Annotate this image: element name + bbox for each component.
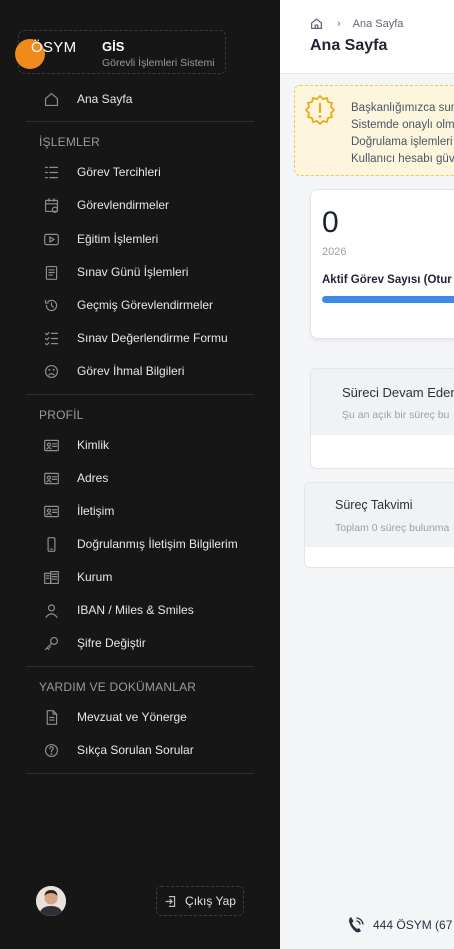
history-icon bbox=[40, 296, 62, 314]
alert-line: Kullanıcı hesabı güv bbox=[351, 153, 454, 165]
alert-line: Başkanlığımızca sun bbox=[351, 102, 454, 114]
sidebar-item-gorevlendirmeler[interactable]: Görevlendirmeler bbox=[40, 194, 169, 216]
mobile-icon bbox=[40, 535, 62, 553]
calendar-icon bbox=[40, 196, 62, 214]
sidebar-item-gorev-tercihleri[interactable]: Görev Tercihleri bbox=[40, 161, 161, 183]
panel-title: Süreç Takvimi bbox=[335, 498, 413, 512]
app-subtitle: Görevli İşlemleri Sistemi bbox=[102, 57, 215, 69]
osym-logo-text: ÖSYM bbox=[31, 39, 77, 56]
stat-year: 2026 bbox=[322, 246, 347, 258]
sidebar-item-label: Sınav Günü İşlemleri bbox=[77, 265, 189, 279]
home-icon[interactable] bbox=[310, 17, 323, 30]
section-title-islemler: İŞLEMLER bbox=[39, 135, 100, 149]
alert-line: Doğrulama işlemleri bbox=[351, 136, 453, 148]
sidebar-item-sinav-gunu-islemleri[interactable]: Sınav Günü İşlemleri bbox=[40, 261, 188, 283]
sidebar-item-label: Şifre Değiştir bbox=[77, 636, 146, 650]
section-title-profil: PROFİL bbox=[39, 408, 84, 422]
sidebar-item-sifre-degistir[interactable]: Şifre Değiştir bbox=[40, 632, 146, 654]
stat-label: Aktif Görev Sayısı (Otur bbox=[322, 274, 452, 286]
clipboard-icon bbox=[40, 263, 62, 281]
panel-subtitle: Şu an açık bir süreç bu bbox=[342, 409, 450, 421]
logout-label: Çıkış Yap bbox=[185, 894, 236, 908]
sidebar-item-label: Doğrulanmış İletişim Bilgilerim bbox=[77, 537, 238, 551]
sidebar-item-dogrulanmis-iletisim[interactable]: Doğrulanmış İletişim Bilgilerim bbox=[40, 533, 238, 555]
app-name: GİS bbox=[102, 39, 125, 54]
chevron-right-icon: › bbox=[337, 17, 341, 30]
document-icon bbox=[40, 708, 62, 726]
sidebar-item-sss[interactable]: Sıkça Sorulan Sorular bbox=[40, 739, 194, 761]
phone-number: 444 ÖSYM (67 bbox=[373, 918, 453, 932]
main-content: › Ana Sayfa Ana Sayfa Başkanlığımızca su… bbox=[280, 0, 454, 949]
sidebar: ÖSYM GİS Görevli İşlemleri Sistemi Ana S… bbox=[0, 0, 280, 949]
checklist-icon bbox=[40, 329, 62, 347]
sidebar-item-label: Sınav Değerlendirme Formu bbox=[77, 331, 228, 345]
key-icon bbox=[40, 634, 62, 652]
user-icon bbox=[40, 601, 62, 619]
alert-text: Başkanlığımızca sun Sistemde onaylı olm … bbox=[351, 100, 454, 168]
breadcrumb-current: Ana Sayfa bbox=[352, 17, 404, 30]
list-icon bbox=[40, 163, 62, 181]
section-title-yardim: YARDIM VE DOKÜMANLAR bbox=[39, 680, 197, 694]
sidebar-item-label: Adres bbox=[77, 471, 109, 485]
active-task-count: 0 bbox=[322, 206, 339, 239]
sidebar-item-iletisim[interactable]: İletişim bbox=[40, 500, 114, 522]
brand-logo[interactable]: ÖSYM GİS Görevli İşlemleri Sistemi bbox=[15, 30, 226, 74]
sidebar-item-gorev-ihmal-bilgileri[interactable]: Görev İhmal Bilgileri bbox=[40, 360, 184, 382]
panel-title: Süreci Devam Eden bbox=[342, 385, 454, 400]
logout-icon bbox=[165, 895, 176, 907]
sidebar-item-gecmis-gorevlendirmeler[interactable]: Geçmiş Görevlendirmeler bbox=[40, 294, 213, 316]
info-alert: Başkanlığımızca sun Sistemde onaylı olm … bbox=[294, 85, 454, 176]
sidebar-item-label: Kurum bbox=[77, 570, 113, 584]
sidebar-item-egitim-islemleri[interactable]: Eğitim İşlemleri bbox=[40, 228, 158, 250]
sidebar-item-kurum[interactable]: Kurum bbox=[40, 566, 112, 588]
panel-header: Süreç Takvimi Toplam 0 süreç bulunma bbox=[305, 483, 454, 547]
question-icon bbox=[40, 741, 62, 759]
avatar[interactable] bbox=[36, 886, 66, 916]
sidebar-item-home[interactable]: Ana Sayfa bbox=[40, 88, 132, 110]
sidebar-item-label: Görev Tercihleri bbox=[77, 165, 161, 179]
sidebar-item-kimlik[interactable]: Kimlik bbox=[40, 434, 109, 456]
sidebar-item-label: Ana Sayfa bbox=[77, 92, 133, 106]
sad-face-icon bbox=[40, 362, 62, 380]
sidebar-item-label: Kimlik bbox=[77, 438, 109, 452]
sidebar-item-adres[interactable]: Adres bbox=[40, 467, 108, 489]
page-title: Ana Sayfa bbox=[310, 37, 388, 54]
phone-icon bbox=[349, 917, 364, 933]
sidebar-item-label: Mevzuat ve Yönerge bbox=[77, 710, 187, 724]
sidebar-item-label: İletişim bbox=[77, 504, 115, 518]
sidebar-item-sinav-degerlendirme-formu[interactable]: Sınav Değerlendirme Formu bbox=[40, 327, 228, 349]
video-icon bbox=[40, 230, 62, 248]
sidebar-item-label: Geçmiş Görevlendirmeler bbox=[77, 298, 214, 312]
sidebar-item-label: Görevlendirmeler bbox=[77, 198, 170, 212]
sidebar-item-label: Eğitim İşlemleri bbox=[77, 232, 159, 246]
process-calendar-panel: Süreç Takvimi Toplam 0 süreç bulunma bbox=[304, 482, 454, 568]
sidebar-item-label: Görev İhmal Bilgileri bbox=[77, 364, 185, 378]
building-icon bbox=[40, 568, 62, 586]
breadcrumb: › Ana Sayfa bbox=[310, 17, 403, 30]
sidebar-item-mevzuat[interactable]: Mevzuat ve Yönerge bbox=[40, 706, 187, 728]
sidebar-item-label: IBAN / Miles & Smiles bbox=[77, 603, 194, 617]
home-icon bbox=[40, 90, 62, 108]
panel-subtitle: Toplam 0 süreç bulunma bbox=[335, 522, 450, 534]
support-phone[interactable]: 444 ÖSYM (67 bbox=[346, 915, 452, 935]
divider bbox=[26, 666, 254, 667]
alert-line: Sistemde onaylı olm bbox=[351, 119, 454, 131]
page-header: › Ana Sayfa Ana Sayfa bbox=[280, 0, 454, 74]
divider bbox=[26, 394, 254, 395]
divider bbox=[26, 773, 254, 774]
id-card-icon bbox=[40, 502, 62, 520]
sidebar-item-iban[interactable]: IBAN / Miles & Smiles bbox=[40, 599, 194, 621]
divider bbox=[26, 121, 254, 122]
logout-button[interactable]: Çıkış Yap bbox=[156, 886, 244, 916]
warning-icon bbox=[305, 95, 335, 125]
id-card-icon bbox=[40, 469, 62, 487]
progress-bar bbox=[322, 296, 454, 303]
active-task-card: 0 2026 Aktif Görev Sayısı (Otur bbox=[310, 189, 454, 339]
ongoing-processes-panel: Süreci Devam Eden Şu an açık bir süreç b… bbox=[310, 368, 454, 469]
id-card-icon bbox=[40, 436, 62, 454]
sidebar-item-label: Sıkça Sorulan Sorular bbox=[77, 743, 194, 757]
panel-header: Süreci Devam Eden Şu an açık bir süreç b… bbox=[311, 369, 454, 435]
